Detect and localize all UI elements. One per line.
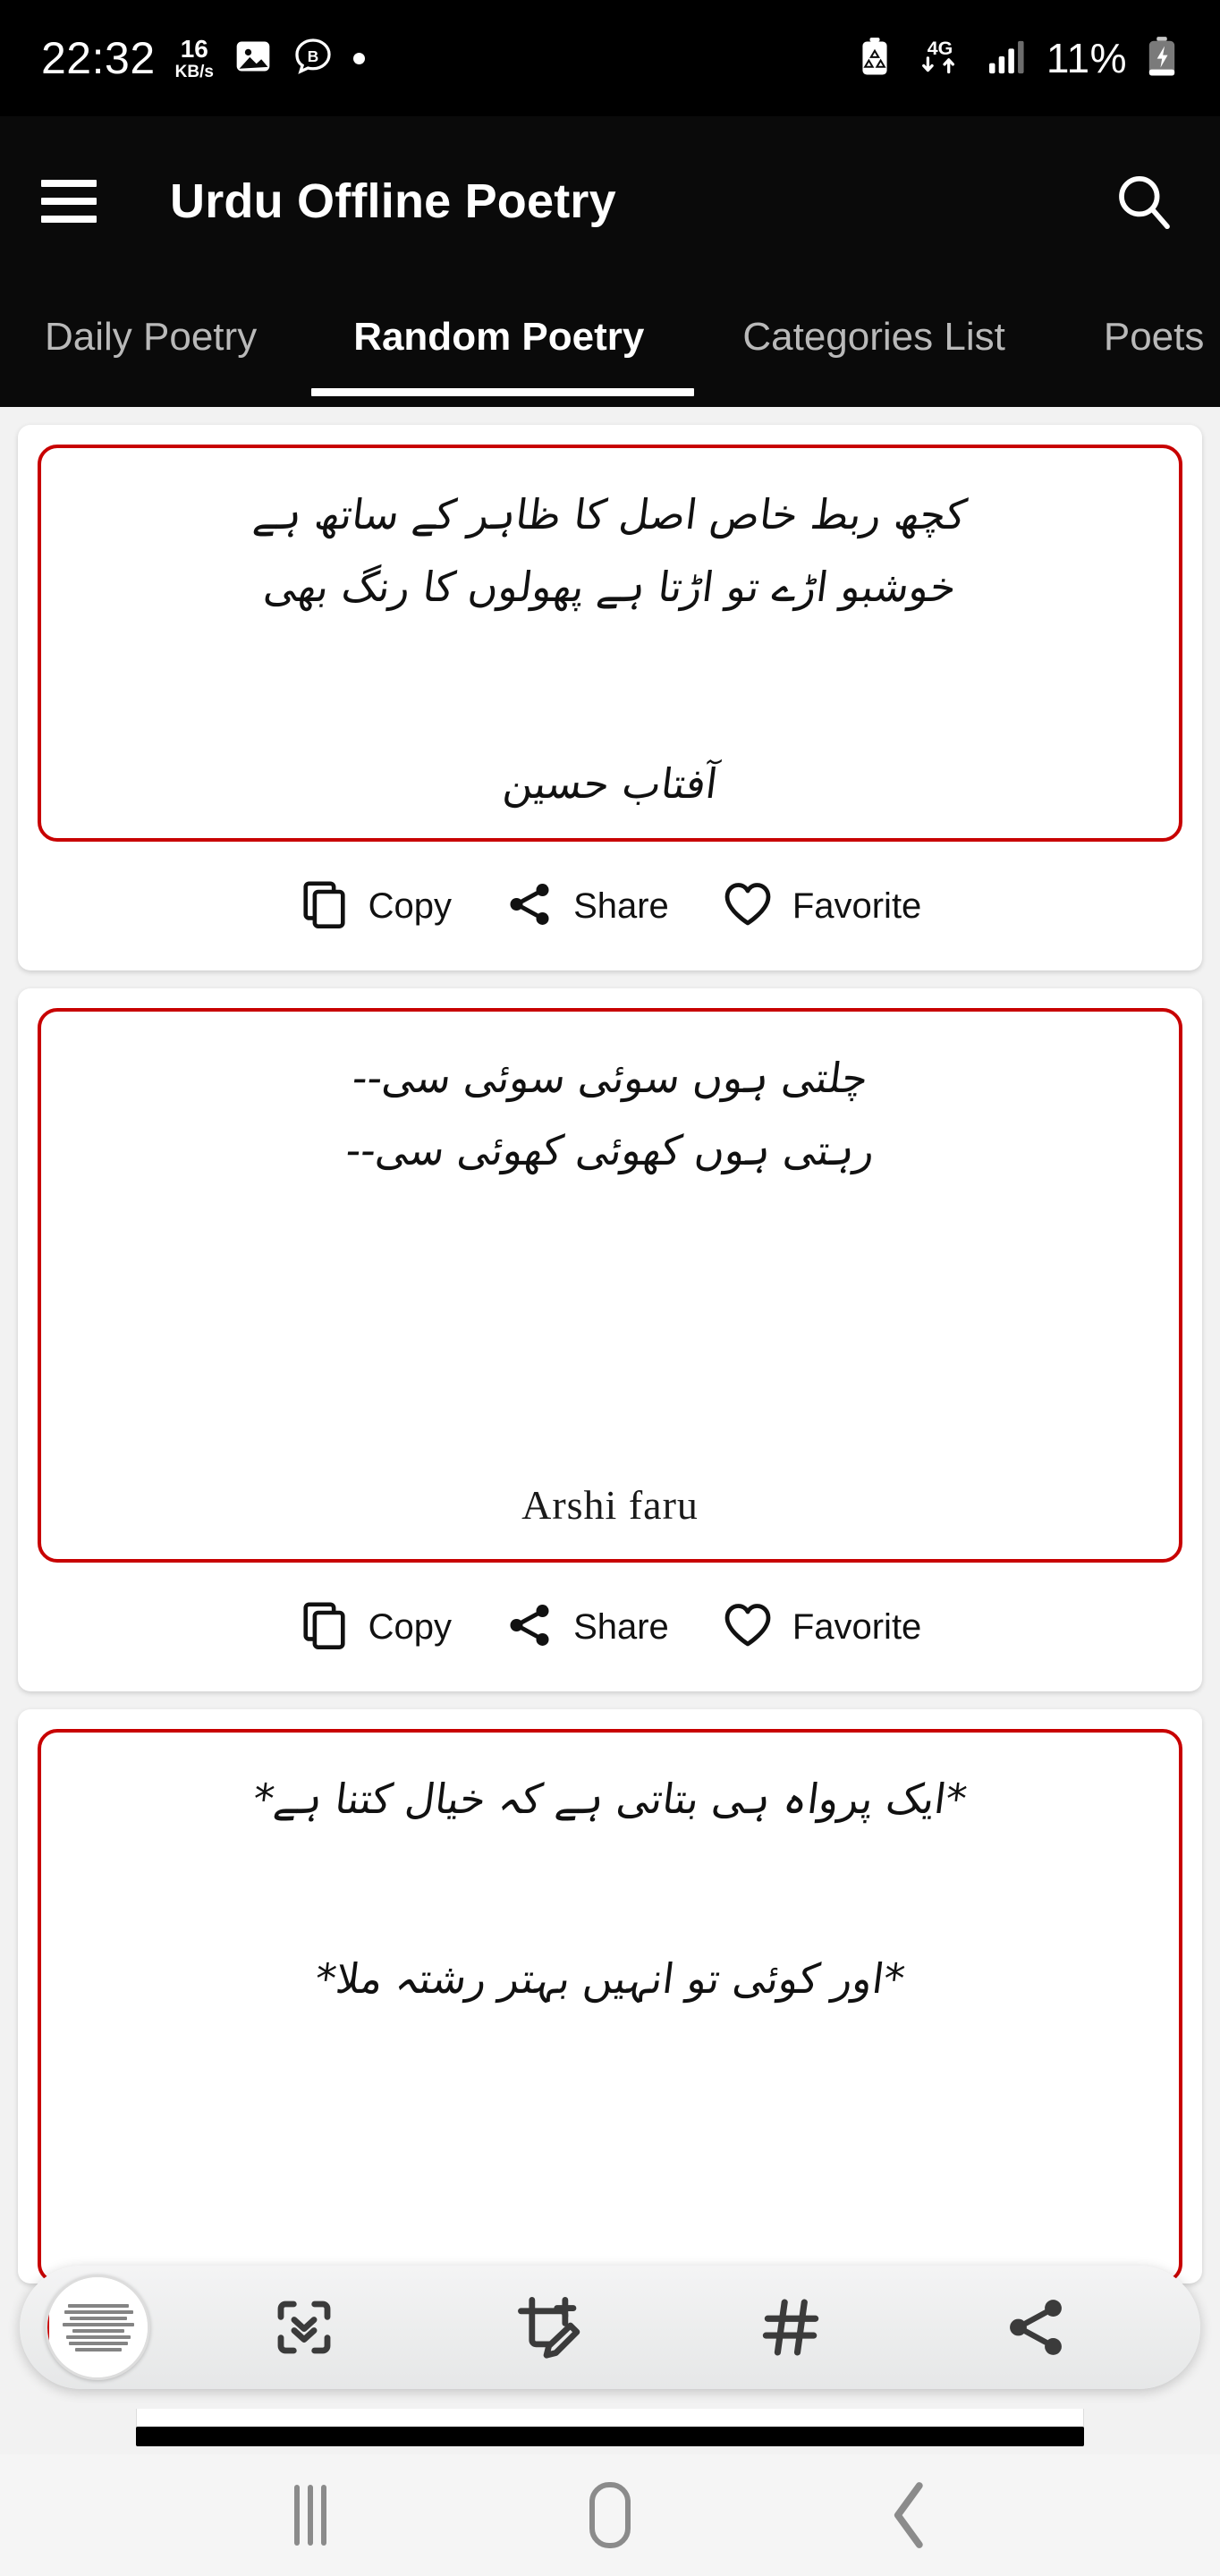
poetry-feed[interactable]: کچھ ربط خاص اصل کا ظاہر کے ساتھ ہے خوشبو… — [0, 407, 1220, 2310]
poem-line: کچھ ربط خاص اصل کا ظاہر کے ساتھ ہے — [250, 490, 970, 538]
copy-label: Copy — [368, 1606, 453, 1647]
signal-bars-icon — [987, 38, 1029, 80]
share-button[interactable]: Share — [504, 878, 669, 935]
poem-box: چلتی ہوں سوئی سوئی سی-- رہتی ہوں کھوئی ک… — [38, 1008, 1182, 1563]
share-label: Share — [573, 886, 669, 926]
network-speed-value: 16 — [180, 34, 208, 63]
status-bar-right: 4G 11% — [857, 34, 1179, 82]
scroll-capture-icon[interactable] — [255, 2278, 353, 2377]
screenshot-toolbar — [20, 2266, 1200, 2389]
battery-percentage: 11% — [1046, 35, 1127, 81]
status-bar-left: 22:32 16 KB/s B — [41, 36, 365, 81]
copy-button[interactable]: Copy — [299, 878, 452, 935]
poem-lines: کچھ ربط خاص اصل کا ظاہر کے ساتھ ہے خوشبو… — [68, 479, 1152, 623]
poem-author: Arshi faru — [521, 1482, 699, 1528]
dot-indicator-icon — [352, 52, 365, 64]
photo-icon — [233, 37, 273, 80]
status-bar: 22:32 16 KB/s B 4G 11% — [0, 0, 1220, 116]
battery-saver-icon — [857, 37, 893, 80]
system-navigation-bar — [0, 2454, 1220, 2576]
poem-box: *ایک پرواہ ہی بتاتی ہے کہ خیال کتنا ہے* … — [38, 1729, 1182, 2284]
tab-daily-poetry[interactable]: Daily Poetry — [45, 309, 257, 407]
poem-line: *ایک پرواہ ہی بتاتی ہے کہ خیال کتنا ہے* — [250, 1775, 970, 1823]
bixby-b-icon: B — [292, 36, 334, 81]
poetry-card: *ایک پرواہ ہی بتاتی ہے کہ خیال کتنا ہے* … — [18, 1709, 1202, 2284]
crop-edit-icon[interactable] — [499, 2278, 597, 2377]
poem-author: آفتاب حسین — [500, 759, 720, 808]
share-icon — [504, 878, 555, 935]
tab-categories-list[interactable]: Categories List — [742, 309, 1004, 407]
hashtag-tag-icon[interactable] — [742, 2278, 841, 2377]
favorite-label: Favorite — [792, 1606, 922, 1647]
network-type-4g-icon: 4G — [911, 35, 970, 82]
network-speed-unit: KB/s — [174, 62, 214, 81]
favorite-button[interactable]: Favorite — [721, 1598, 922, 1657]
hamburger-menu-icon[interactable] — [41, 180, 97, 223]
active-tab-indicator — [311, 388, 694, 396]
recents-icon[interactable] — [257, 2462, 364, 2569]
heart-outline-icon — [721, 1598, 775, 1657]
screenshot-thumbnail[interactable] — [45, 2275, 150, 2380]
copy-icon — [299, 1599, 351, 1656]
favorite-button[interactable]: Favorite — [721, 877, 922, 936]
battery-charging-icon — [1145, 36, 1179, 81]
poem-line: *اور کوئی تو انہیں بہتر رشتہ ملا* — [312, 1953, 908, 2003]
home-icon[interactable] — [556, 2462, 664, 2569]
poem-lines: چلتی ہوں سوئی سوئی سی-- رہتی ہوں کھوئی ک… — [343, 1042, 877, 1186]
poetry-card: چلتی ہوں سوئی سوئی سی-- رہتی ہوں کھوئی ک… — [18, 988, 1202, 1691]
svg-text:B: B — [308, 47, 318, 64]
copy-label: Copy — [368, 886, 453, 926]
search-icon[interactable] — [1107, 165, 1179, 237]
copy-button[interactable]: Copy — [299, 1599, 452, 1656]
poetry-card: کچھ ربط خاص اصل کا ظاہر کے ساتھ ہے خوشبو… — [18, 425, 1202, 970]
gesture-handle[interactable] — [136, 2427, 1084, 2446]
screenshot-thumbnail-preview — [47, 2277, 148, 2377]
back-icon[interactable] — [856, 2462, 963, 2569]
poem-line: رہتی ہوں کھوئی کھوئی سی-- — [343, 1125, 877, 1174]
card-actions: Copy Share Favorite — [38, 1563, 1182, 1691]
tab-poets[interactable]: Poets — [1104, 309, 1205, 407]
page-title: Urdu Offline Poetry — [170, 174, 616, 228]
poem-box: کچھ ربط خاص اصل کا ظاہر کے ساتھ ہے خوشبو… — [38, 445, 1182, 842]
share-button[interactable]: Share — [504, 1599, 669, 1656]
poem-line: چلتی ہوں سوئی سوئی سی-- — [349, 1054, 871, 1102]
share-label: Share — [573, 1606, 669, 1647]
status-clock: 22:32 — [41, 33, 156, 83]
card-actions: Copy Share Favorite — [38, 842, 1182, 970]
heart-outline-icon — [721, 877, 775, 936]
poem-line: خوشبو اڑے تو اڑتا ہے پھولوں کا رنگ بھی — [261, 562, 960, 611]
network-speed-indicator: 16 KB/s — [174, 34, 214, 81]
phone-screen: 22:32 16 KB/s B 4G 11% Urdu Offline Poet… — [0, 0, 1220, 2576]
favorite-label: Favorite — [792, 886, 922, 926]
svg-text:4G: 4G — [928, 38, 953, 59]
app-bar: Urdu Offline Poetry — [0, 116, 1220, 286]
share-icon[interactable] — [987, 2278, 1085, 2377]
screenshot-toolbar-buttons — [150, 2278, 1175, 2377]
share-icon — [504, 1599, 555, 1656]
copy-icon — [299, 878, 351, 935]
